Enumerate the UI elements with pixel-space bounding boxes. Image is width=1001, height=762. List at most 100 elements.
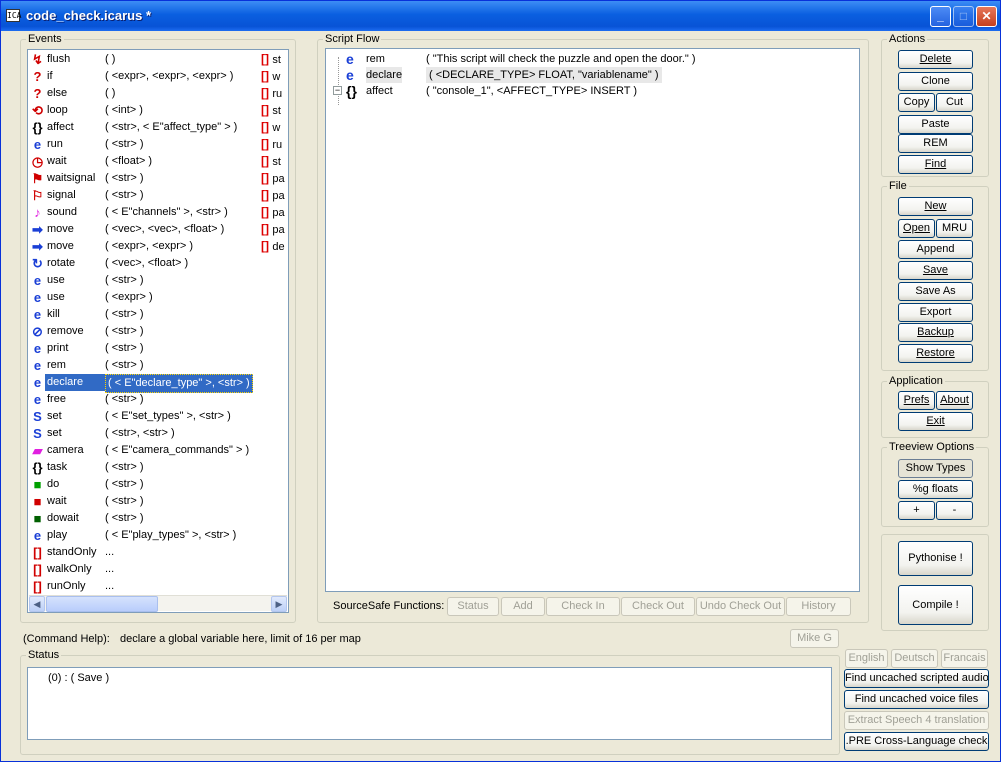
event-row-dowait[interactable]: ■ dowait ( <str> )	[29, 510, 251, 527]
find-button[interactable]: Find	[898, 155, 973, 174]
event-row-loop[interactable]: ⟲ loop ( <int> )	[29, 102, 251, 119]
copy-button[interactable]: Copy	[898, 93, 935, 112]
show-types-toggle[interactable]: Show Types	[898, 459, 973, 478]
event-params: ( <expr> )	[105, 291, 153, 303]
pythonise-button[interactable]: Pythonise !	[898, 541, 973, 576]
event-params: ( <str> )	[105, 495, 144, 507]
event-row-rem[interactable]: e rem ( <str> )	[29, 357, 251, 374]
event-extra-text: de	[272, 241, 285, 253]
event-row-do[interactable]: ■ do ( <str> )	[29, 476, 251, 493]
open-button[interactable]: Open	[898, 219, 935, 238]
sourcesafe-add-button: Add	[501, 597, 545, 616]
event-row-use[interactable]: e use ( <expr> )	[29, 289, 251, 306]
event-row-run[interactable]: e run ( <str> )	[29, 136, 251, 153]
event-row-task[interactable]: {} task ( <str> )	[29, 459, 251, 476]
event-params: ( <str> )	[105, 274, 144, 286]
cut-button[interactable]: Cut	[936, 93, 973, 112]
sourcesafe-label: SourceSafe Functions:	[333, 600, 445, 612]
bracket-icon: []	[261, 103, 273, 117]
event-row-if[interactable]: ? if ( <expr>, <expr>, <expr> )	[29, 68, 251, 85]
event-row-waitsignal[interactable]: ⚑ waitsignal ( <str> )	[29, 170, 251, 187]
events-list[interactable]: ◀ ▶ ↯ flush ( )? if ( <expr>, <expr>, <expr>…	[27, 49, 289, 613]
english-button: English	[845, 649, 888, 668]
flow-row-declare[interactable]: declare	[366, 67, 403, 83]
event-row-sound[interactable]: ♪ sound ( < E"channels" >, <str> )	[29, 204, 251, 221]
export-button[interactable]: Export	[898, 303, 973, 322]
append-button[interactable]: Append	[898, 240, 973, 259]
event-row-kill[interactable]: e kill ( <str> )	[29, 306, 251, 323]
event-row-standOnly[interactable]: [] standOnly...	[29, 544, 251, 561]
save-button[interactable]: Save	[898, 261, 973, 280]
event-row-set[interactable]: Sset ( <str>, <str> )	[29, 425, 251, 442]
rem-button[interactable]: REM	[898, 134, 973, 153]
scroll-left-button[interactable]: ◀	[29, 596, 45, 612]
event-extra-cell: [] pa	[261, 170, 288, 187]
delete-button[interactable]: Delete	[898, 50, 973, 69]
flow-row-rem[interactable]: rem	[366, 51, 385, 67]
event-row-wait[interactable]: ■ wait ( <str> )	[29, 493, 251, 510]
g-floats-toggle[interactable]: %g floats	[898, 480, 973, 499]
event-row-affect[interactable]: {} affect ( <str>, < E"affect_type" > )	[29, 119, 251, 136]
about-button[interactable]: About	[936, 391, 973, 410]
event-row-move[interactable]: ➡ move ( <vec>, <vec>, <float> )	[29, 221, 251, 238]
flow-row-params[interactable]: ( "This script will check the puzzle and…	[426, 51, 696, 67]
event-extra-cell: [] st	[261, 51, 288, 68]
pre-check-button[interactable]: .PRE Cross-Language check	[844, 732, 989, 751]
new-button[interactable]: New	[898, 197, 973, 216]
event-row-else[interactable]: ? else ( )	[29, 85, 251, 102]
event-extra-cell: [] pa	[261, 221, 288, 238]
title-bar[interactable]: ICA code_check.icarus * _ □ ✕	[1, 1, 1000, 31]
flow-row-params[interactable]: ( "console_1", <AFFECT_TYPE> INSERT )	[426, 83, 637, 99]
events-hscrollbar[interactable]: ◀ ▶	[29, 595, 287, 612]
event-row-runOnly[interactable]: [] runOnly...	[29, 578, 251, 595]
scroll-right-button[interactable]: ▶	[271, 596, 287, 612]
compile-button[interactable]: Compile !	[898, 585, 973, 625]
event-row-rotate[interactable]: ↻ rotate ( <vec>, <float> )	[29, 255, 251, 272]
event-row-signal[interactable]: ⚐ signal ( <str> )	[29, 187, 251, 204]
event-row-walkOnly[interactable]: [] walkOnly...	[29, 561, 251, 578]
event-params: ( <str> )	[105, 359, 144, 371]
event-params: ( <expr>, <expr>, <expr> )	[105, 70, 234, 82]
status-log[interactable]: (0) : ( Save )	[27, 667, 832, 740]
event-row-play[interactable]: e play ( < E"play_types" >, <str> )	[29, 527, 251, 544]
bracket-icon: []	[261, 205, 273, 219]
close-button[interactable]: ✕	[976, 6, 997, 27]
scroll-thumb[interactable]	[46, 596, 158, 612]
backup-button[interactable]: Backup	[898, 323, 973, 342]
event-row-wait[interactable]: ◷ wait ( <float> )	[29, 153, 251, 170]
event-params: ( <str>, < E"affect_type" > )	[105, 121, 238, 133]
find-uncached-voice-button[interactable]: Find uncached voice files	[844, 690, 989, 709]
clone-button[interactable]: Clone	[898, 72, 973, 91]
event-extra-text: st	[272, 105, 281, 117]
open-label: Open	[903, 222, 930, 234]
collapse-minus-button[interactable]: -	[936, 501, 973, 520]
script-flow-tree[interactable]: − e rem ( "This script will check the puzz…	[325, 48, 860, 592]
event-name: use	[47, 274, 65, 286]
find-uncached-audio-button[interactable]: Find uncached scripted audio	[844, 669, 989, 688]
mru-button[interactable]: MRU	[936, 219, 973, 238]
prefs-button[interactable]: Prefs	[898, 391, 935, 410]
event-params: ( < E"set_types" >, <str> )	[105, 410, 231, 422]
event-row-flush[interactable]: ↯ flush ( )	[29, 51, 251, 68]
event-row-free[interactable]: e free ( <str> )	[29, 391, 251, 408]
event-icon: ?	[33, 69, 42, 84]
event-row-print[interactable]: e print ( <str> )	[29, 340, 251, 357]
event-params: ( <str> )	[105, 308, 144, 320]
tree-expander[interactable]: −	[333, 86, 342, 95]
restore-button[interactable]: Restore	[898, 344, 973, 363]
event-row-remove[interactable]: ⊘ remove ( <str> )	[29, 323, 251, 340]
event-row-use[interactable]: e use ( <str> )	[29, 272, 251, 289]
event-row-move[interactable]: ➡ move ( <expr>, <expr> )	[29, 238, 251, 255]
expand-plus-button[interactable]: +	[898, 501, 935, 520]
event-row-set[interactable]: Sset ( < E"set_types" >, <str> )	[29, 408, 251, 425]
event-name: play	[47, 529, 68, 541]
event-row-declare[interactable]: e declare( < E"declare_type" >, <str> )	[29, 374, 253, 393]
backup-label: Backup	[917, 326, 954, 338]
flow-row-affect[interactable]: affect	[366, 83, 393, 99]
save-as-button[interactable]: Save As	[898, 282, 973, 301]
exit-button[interactable]: Exit	[898, 412, 973, 431]
paste-button[interactable]: Paste	[898, 115, 973, 134]
minimize-button[interactable]: _	[930, 6, 951, 27]
flow-row-params[interactable]: ( <DECLARE_TYPE> FLOAT, "variablename" )	[426, 67, 662, 83]
event-row-camera[interactable]: ▰ camera ( < E"camera_commands" > )	[29, 442, 251, 459]
